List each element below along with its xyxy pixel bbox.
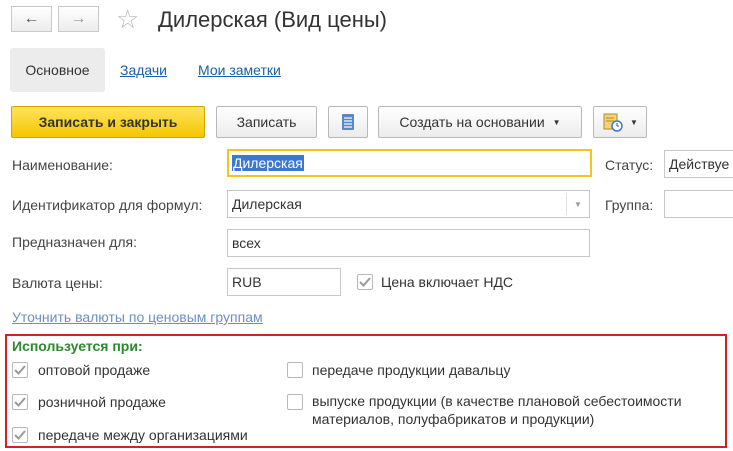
inter-org-label: передаче между организациями (38, 427, 248, 443)
create-based-on-label: Создать на основании (399, 114, 545, 130)
dropdown-arrow-icon: ▼ (630, 117, 638, 127)
document-clock-icon (603, 113, 623, 132)
production-output-label-line1: выпуске продукции (в качестве плановой с… (312, 393, 682, 409)
production-output-checkbox[interactable] (287, 394, 303, 410)
usage-heading: Используется при: (12, 338, 143, 354)
intended-for-field[interactable]: всех (227, 229, 590, 257)
dropdown-arrow-icon: ▼ (552, 117, 561, 127)
formula-id-field[interactable]: Дилерская (227, 190, 590, 218)
save-button[interactable]: Записать (216, 106, 317, 138)
currency-label: Валюта цены: (12, 275, 103, 291)
list-button[interactable] (328, 106, 368, 138)
checkmark-icon (14, 430, 26, 440)
group-field[interactable] (664, 190, 733, 218)
retail-label: розничной продаже (38, 394, 166, 410)
back-button[interactable]: ← (11, 6, 52, 32)
production-output-label-line2: материалов, полуфабрикатов и продукции) (312, 411, 595, 427)
tab-main[interactable]: Основное (10, 48, 105, 92)
group-label: Группа: (605, 197, 654, 213)
attachments-menu-button[interactable]: ▼ (593, 106, 647, 138)
checkmark-icon (14, 365, 26, 375)
wholesale-checkbox[interactable] (12, 362, 28, 378)
wholesale-label: оптовой продаже (38, 362, 151, 378)
production-output-label: выпуске продукции (в качестве плановой с… (312, 392, 682, 428)
currency-field[interactable]: RUB (227, 268, 341, 296)
name-value: Дилерская (232, 155, 304, 171)
intended-for-label: Предназначен для: (12, 234, 137, 250)
vat-checkbox[interactable] (357, 274, 373, 290)
status-field[interactable]: Действуе (664, 150, 733, 178)
checkmark-icon (359, 277, 371, 287)
arrow-left-icon: ← (23, 10, 40, 27)
status-label: Статус: (605, 157, 654, 173)
forward-button[interactable]: → (58, 6, 99, 32)
formula-id-value: Дилерская (232, 196, 302, 212)
checkmark-icon (14, 397, 26, 407)
formula-id-dropdown-icon[interactable]: ▼ (566, 193, 589, 215)
vat-label: Цена включает НДС (381, 274, 514, 290)
save-and-close-button[interactable]: Записать и закрыть (11, 106, 205, 138)
list-icon (342, 114, 354, 130)
arrow-right-icon: → (70, 10, 87, 27)
tab-tasks[interactable]: Задачи (120, 62, 167, 78)
tab-notes[interactable]: Мои заметки (198, 62, 281, 78)
name-label: Наименование: (12, 157, 113, 173)
customer-transfer-label: передаче продукции давальцу (312, 362, 511, 378)
favorite-star-icon[interactable]: ☆ (116, 4, 139, 35)
page-title: Дилерская (Вид цены) (158, 7, 387, 32)
refine-currencies-link[interactable]: Уточнить валюты по ценовым группам (12, 309, 263, 325)
customer-transfer-checkbox[interactable] (287, 362, 303, 378)
create-based-on-button[interactable]: Создать на основании ▼ (378, 106, 582, 138)
name-field[interactable]: Дилерская (227, 149, 592, 177)
formula-id-label: Идентификатор для формул: (12, 197, 203, 213)
inter-org-checkbox[interactable] (12, 427, 28, 443)
retail-checkbox[interactable] (12, 394, 28, 410)
